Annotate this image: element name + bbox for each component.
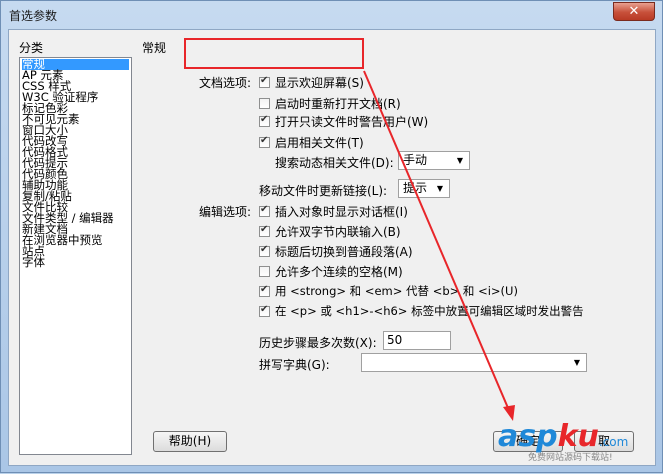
watermark-logo: aspku.com 免费网站源码下载站! (498, 419, 628, 463)
watermark-ku: ku (557, 419, 599, 454)
watermark-tld: .com (598, 435, 629, 449)
watermark-asp: asp (498, 419, 558, 454)
watermark-tagline: 免费网站源码下载站! (528, 453, 613, 463)
preferences-dialog: 首选参数 ✕ 分类 常规 AP 元素 CSS 样式 W3C 验证程序 标记色彩 … (0, 0, 663, 473)
annotation-arrow-icon (363, 70, 515, 421)
